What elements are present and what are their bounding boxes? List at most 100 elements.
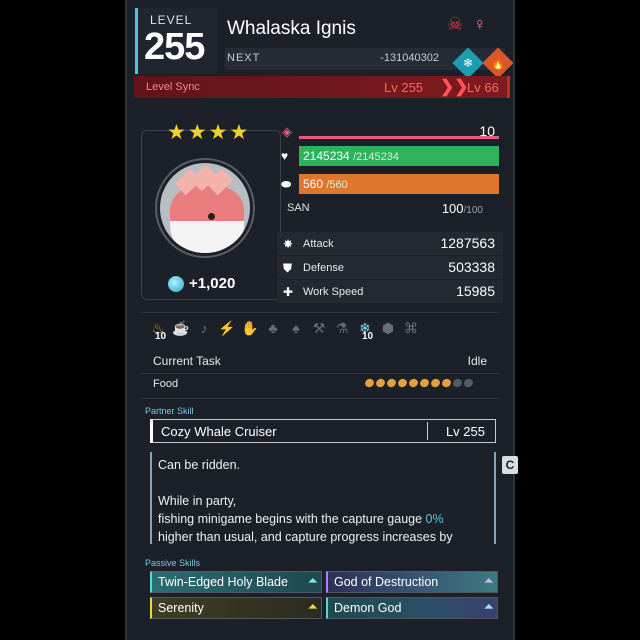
stamina-row: ⬬ 560 /560 bbox=[277, 172, 503, 196]
hp-row: ♥ 2145234 /2145234 bbox=[277, 144, 503, 168]
ice-element-icon: ❄ bbox=[452, 47, 484, 79]
level-box: LEVEL 255 bbox=[135, 8, 217, 74]
food-pip bbox=[363, 377, 376, 389]
soul-icon bbox=[168, 275, 184, 292]
work-level: 10 bbox=[362, 331, 374, 342]
soul-value: +1,020 bbox=[189, 275, 236, 292]
watering-icon: ☕ bbox=[172, 320, 190, 336]
rank-chevron-icon: ⏶ bbox=[483, 599, 494, 614]
hp-bar: 2145234 /2145234 bbox=[299, 146, 499, 166]
planting-icon: ♪ bbox=[200, 320, 208, 336]
fire-element-icon: 🔥 bbox=[482, 47, 513, 79]
passive-skill-label: Twin-Edged Holy Blade bbox=[158, 575, 288, 589]
pal-portrait bbox=[157, 160, 253, 256]
san-max: /100 bbox=[463, 205, 483, 216]
pal-summary-panel: LEVEL 255 Whalaska Ignis ☠ ♀ NEXT -13104… bbox=[125, 0, 515, 640]
passive-skill[interactable]: Twin-Edged Holy Blade ⏶ bbox=[150, 571, 322, 593]
soul-bonus: +1,020 bbox=[168, 275, 235, 292]
current-task-label: Current Task bbox=[153, 354, 221, 368]
partner-skill-box[interactable]: Cozy Whale Cruiser Lv 255 bbox=[150, 419, 496, 443]
food-pip bbox=[396, 377, 409, 389]
rank-chevron-icon: ⏶ bbox=[307, 573, 318, 588]
desc-line: While in party, bbox=[158, 494, 237, 508]
stat-work-speed: ✚ Work Speed 15985 bbox=[277, 280, 503, 304]
side-tab-button[interactable]: C bbox=[502, 456, 518, 474]
passive-skills-title: Passive Skills bbox=[145, 558, 201, 568]
transporting-icon: ⬢ bbox=[381, 320, 395, 336]
work-level: 10 bbox=[155, 331, 167, 342]
san-label: SAN bbox=[287, 202, 310, 214]
food-meter bbox=[363, 377, 475, 389]
passive-skill[interactable]: Serenity ⏶ bbox=[150, 597, 322, 619]
hp-value: 2145234 bbox=[303, 149, 350, 163]
stamina-bar: 560 /560 bbox=[299, 174, 499, 194]
passive-skill-label: Demon God bbox=[334, 601, 402, 615]
pal-name[interactable]: Whalaska Ignis bbox=[227, 18, 356, 40]
rank-chevron-icon: ⏶ bbox=[483, 573, 494, 588]
farming-icon: ⌘ bbox=[404, 320, 418, 336]
next-exp-value: -131040302 bbox=[380, 52, 439, 64]
food-pip bbox=[429, 377, 442, 389]
stat-label: Work Speed bbox=[303, 286, 364, 298]
level-label: LEVEL bbox=[150, 13, 193, 27]
electricity-icon: ⚡ bbox=[218, 320, 236, 336]
passive-skill-label: Serenity bbox=[158, 601, 204, 615]
heart-icon: ♥ bbox=[281, 149, 289, 163]
stat-attack: ✸ Attack 1287563 bbox=[277, 232, 503, 256]
food-pip bbox=[418, 377, 431, 389]
stats-panel: ◈ 10 ♥ 2145234 /2145234 ⬬ 560 /560 SAN 1… bbox=[277, 122, 503, 304]
level-sync-to: Lv 66 bbox=[467, 80, 499, 95]
stamina-value: 560 bbox=[303, 177, 324, 191]
level-value: 255 bbox=[144, 26, 205, 68]
food-pip bbox=[407, 377, 420, 389]
food-pip bbox=[440, 377, 453, 389]
lumbering-icon: ♠ bbox=[292, 320, 300, 336]
level-sync-label: Level Sync bbox=[146, 81, 200, 93]
work-suitability-list: ♨ 10 ☕ ♪ ⚡ ✋ ♣ ♠ ⚒ ⚗ ❄ 10 ⬢ ⌘ bbox=[149, 320, 420, 344]
stat-value: 15985 bbox=[456, 283, 495, 299]
passive-skills-grid: Twin-Edged Holy Blade ⏶ God of Destruction… bbox=[150, 571, 498, 619]
food-pip bbox=[462, 377, 475, 389]
current-task-value: Idle bbox=[467, 354, 487, 368]
san-value: 100 bbox=[441, 201, 464, 216]
partner-skill-title: Partner Skill bbox=[145, 406, 194, 416]
hp-max: /2145234 bbox=[353, 151, 399, 163]
san-row: SAN 100/100 bbox=[277, 198, 503, 220]
passive-skill[interactable]: Demon God ⏶ bbox=[326, 597, 498, 619]
medicine-icon: ⚗ bbox=[335, 320, 349, 336]
stat-label: Attack bbox=[303, 238, 334, 250]
sword-burst-icon: ✸ bbox=[283, 237, 294, 251]
stat-label: Defense bbox=[303, 262, 344, 274]
partner-skill-description[interactable]: Can be ridden. While in party, fishing m… bbox=[150, 452, 496, 544]
partner-skill-level: Lv 255 bbox=[445, 424, 485, 439]
gathering-icon: ♣ bbox=[268, 320, 278, 336]
rank-chevron-icon: ⏶ bbox=[307, 599, 318, 614]
food-pip bbox=[451, 377, 464, 389]
mining-icon: ⚒ bbox=[312, 320, 326, 336]
level-sync-from: Lv 255 bbox=[384, 80, 424, 95]
passive-skill[interactable]: God of Destruction ⏶ bbox=[326, 571, 498, 593]
work-speed-icon: ✚ bbox=[283, 285, 294, 299]
stamina-max: /560 bbox=[326, 179, 348, 191]
desc-line: Can be ridden. bbox=[158, 458, 241, 472]
cooling-icon: ❄ 10 bbox=[359, 320, 374, 342]
horned-mask-icon: ☠ bbox=[447, 14, 464, 34]
food-label: Food bbox=[153, 378, 179, 390]
level-sync-bar: Level Sync Lv 255 ❯❯ Lv 66 bbox=[134, 76, 510, 98]
kindling-icon: ♨ 10 bbox=[151, 320, 167, 342]
next-label: NEXT bbox=[227, 52, 261, 64]
pal-header: LEVEL 255 Whalaska Ignis ☠ ♀ NEXT -13104… bbox=[135, 8, 513, 79]
desc-line: higher than usual, and capture progress … bbox=[158, 530, 453, 544]
handiwork-icon: ✋ bbox=[241, 320, 259, 336]
desc-highlight: 0% bbox=[425, 512, 444, 526]
double-chevron-right-icon: ❯❯ bbox=[440, 77, 469, 96]
stat-value: 503338 bbox=[448, 259, 495, 275]
rank-value: 10 bbox=[479, 123, 495, 139]
rarity-stars: ★★★★ bbox=[167, 121, 251, 144]
passive-skill-label: God of Destruction bbox=[334, 575, 439, 589]
shield-icon: ⛊ bbox=[283, 261, 293, 275]
rank-icon: ◈ bbox=[282, 124, 292, 139]
female-icon: ♀ bbox=[473, 14, 487, 34]
food-pip bbox=[374, 377, 387, 389]
bread-icon: ⬬ bbox=[281, 177, 292, 191]
